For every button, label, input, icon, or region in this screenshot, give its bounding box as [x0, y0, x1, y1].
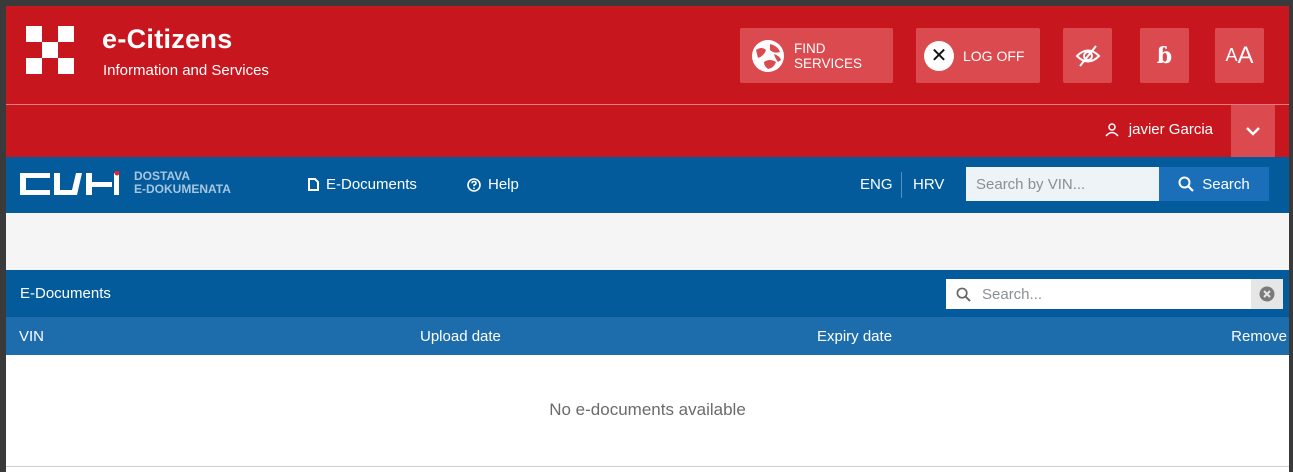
nav-help[interactable]: Help	[467, 176, 519, 193]
brand-title[interactable]: e-Citizens	[102, 24, 233, 55]
panel-search	[946, 279, 1283, 309]
empty-table-message: No e-documents available	[549, 400, 746, 419]
nav-e-documents-label: E-Documents	[326, 176, 417, 193]
cvh-logo-text: DOSTAVA E-DOKUMENATA	[134, 170, 231, 196]
font-size-button[interactable]: AA	[1215, 28, 1264, 83]
nav-help-label: Help	[488, 176, 519, 193]
column-expiry-date[interactable]: Expiry date	[817, 328, 892, 345]
language-eng[interactable]: ENG	[860, 176, 893, 193]
vin-search-label: Search	[1202, 175, 1250, 193]
close-icon: ✕	[924, 40, 954, 71]
help-icon	[467, 177, 481, 192]
column-remove: Remove	[1231, 328, 1287, 345]
cvh-logo[interactable]	[20, 171, 120, 197]
search-icon	[1178, 176, 1195, 192]
panel-search-input[interactable]	[982, 279, 1232, 309]
brand-subtitle: Information and Services	[103, 62, 269, 79]
vin-search-button[interactable]: Search	[1159, 167, 1269, 201]
user-bar: javier Garcia	[6, 105, 1289, 157]
log-off-label: LOG OFF	[963, 47, 1025, 64]
logo-line2: E-DOKUMENATA	[134, 182, 231, 196]
breadcrumb-area	[6, 213, 1289, 270]
eye-slash-icon	[1075, 44, 1100, 67]
chevron-down-icon	[1246, 127, 1260, 136]
nav-e-documents[interactable]: E-Documents	[308, 176, 417, 193]
log-off-button[interactable]: ✕ LOG OFF	[916, 28, 1040, 83]
app-window: e-Citizens Information and Services FIND…	[0, 0, 1293, 472]
language-separator	[901, 172, 902, 198]
user-name: javier Garcia	[1128, 121, 1213, 138]
top-header: e-Citizens Information and Services FIND…	[6, 6, 1289, 104]
dyslexia-font-button[interactable]: ɓ	[1140, 28, 1189, 83]
table-bottom-border	[6, 466, 1289, 467]
panel-title: E-Documents	[20, 285, 111, 302]
clear-icon	[1259, 286, 1275, 302]
find-services-button[interactable]: FIND SERVICES	[740, 28, 893, 83]
find-services-label: FIND SERVICES	[794, 40, 863, 71]
clear-search-button[interactable]	[1251, 279, 1283, 309]
user-dropdown-toggle[interactable]	[1231, 105, 1275, 157]
e-citizens-logo[interactable]	[26, 26, 76, 76]
globe-icon	[752, 39, 784, 72]
language-hrv[interactable]: HRV	[913, 176, 944, 193]
service-nav: DOSTAVA E-DOKUMENATA E-Documents Help EN…	[6, 157, 1289, 213]
column-vin[interactable]: VIN	[19, 328, 44, 345]
font-size-small-label: A	[1225, 45, 1238, 65]
vin-search-input[interactable]	[966, 167, 1159, 201]
user-icon	[1105, 122, 1119, 137]
documents-panel-header: E-Documents	[6, 270, 1289, 317]
font-size-large-label: A	[1237, 41, 1254, 69]
column-upload-date[interactable]: Upload date	[420, 328, 501, 345]
high-contrast-button[interactable]	[1063, 28, 1112, 83]
user-menu[interactable]: javier Garcia	[1105, 121, 1213, 138]
search-icon	[956, 287, 971, 302]
document-icon	[308, 178, 319, 191]
dyslexia-font-icon: ɓ	[1156, 42, 1173, 69]
table-header: VIN Upload date Expiry date Remove	[6, 317, 1289, 355]
